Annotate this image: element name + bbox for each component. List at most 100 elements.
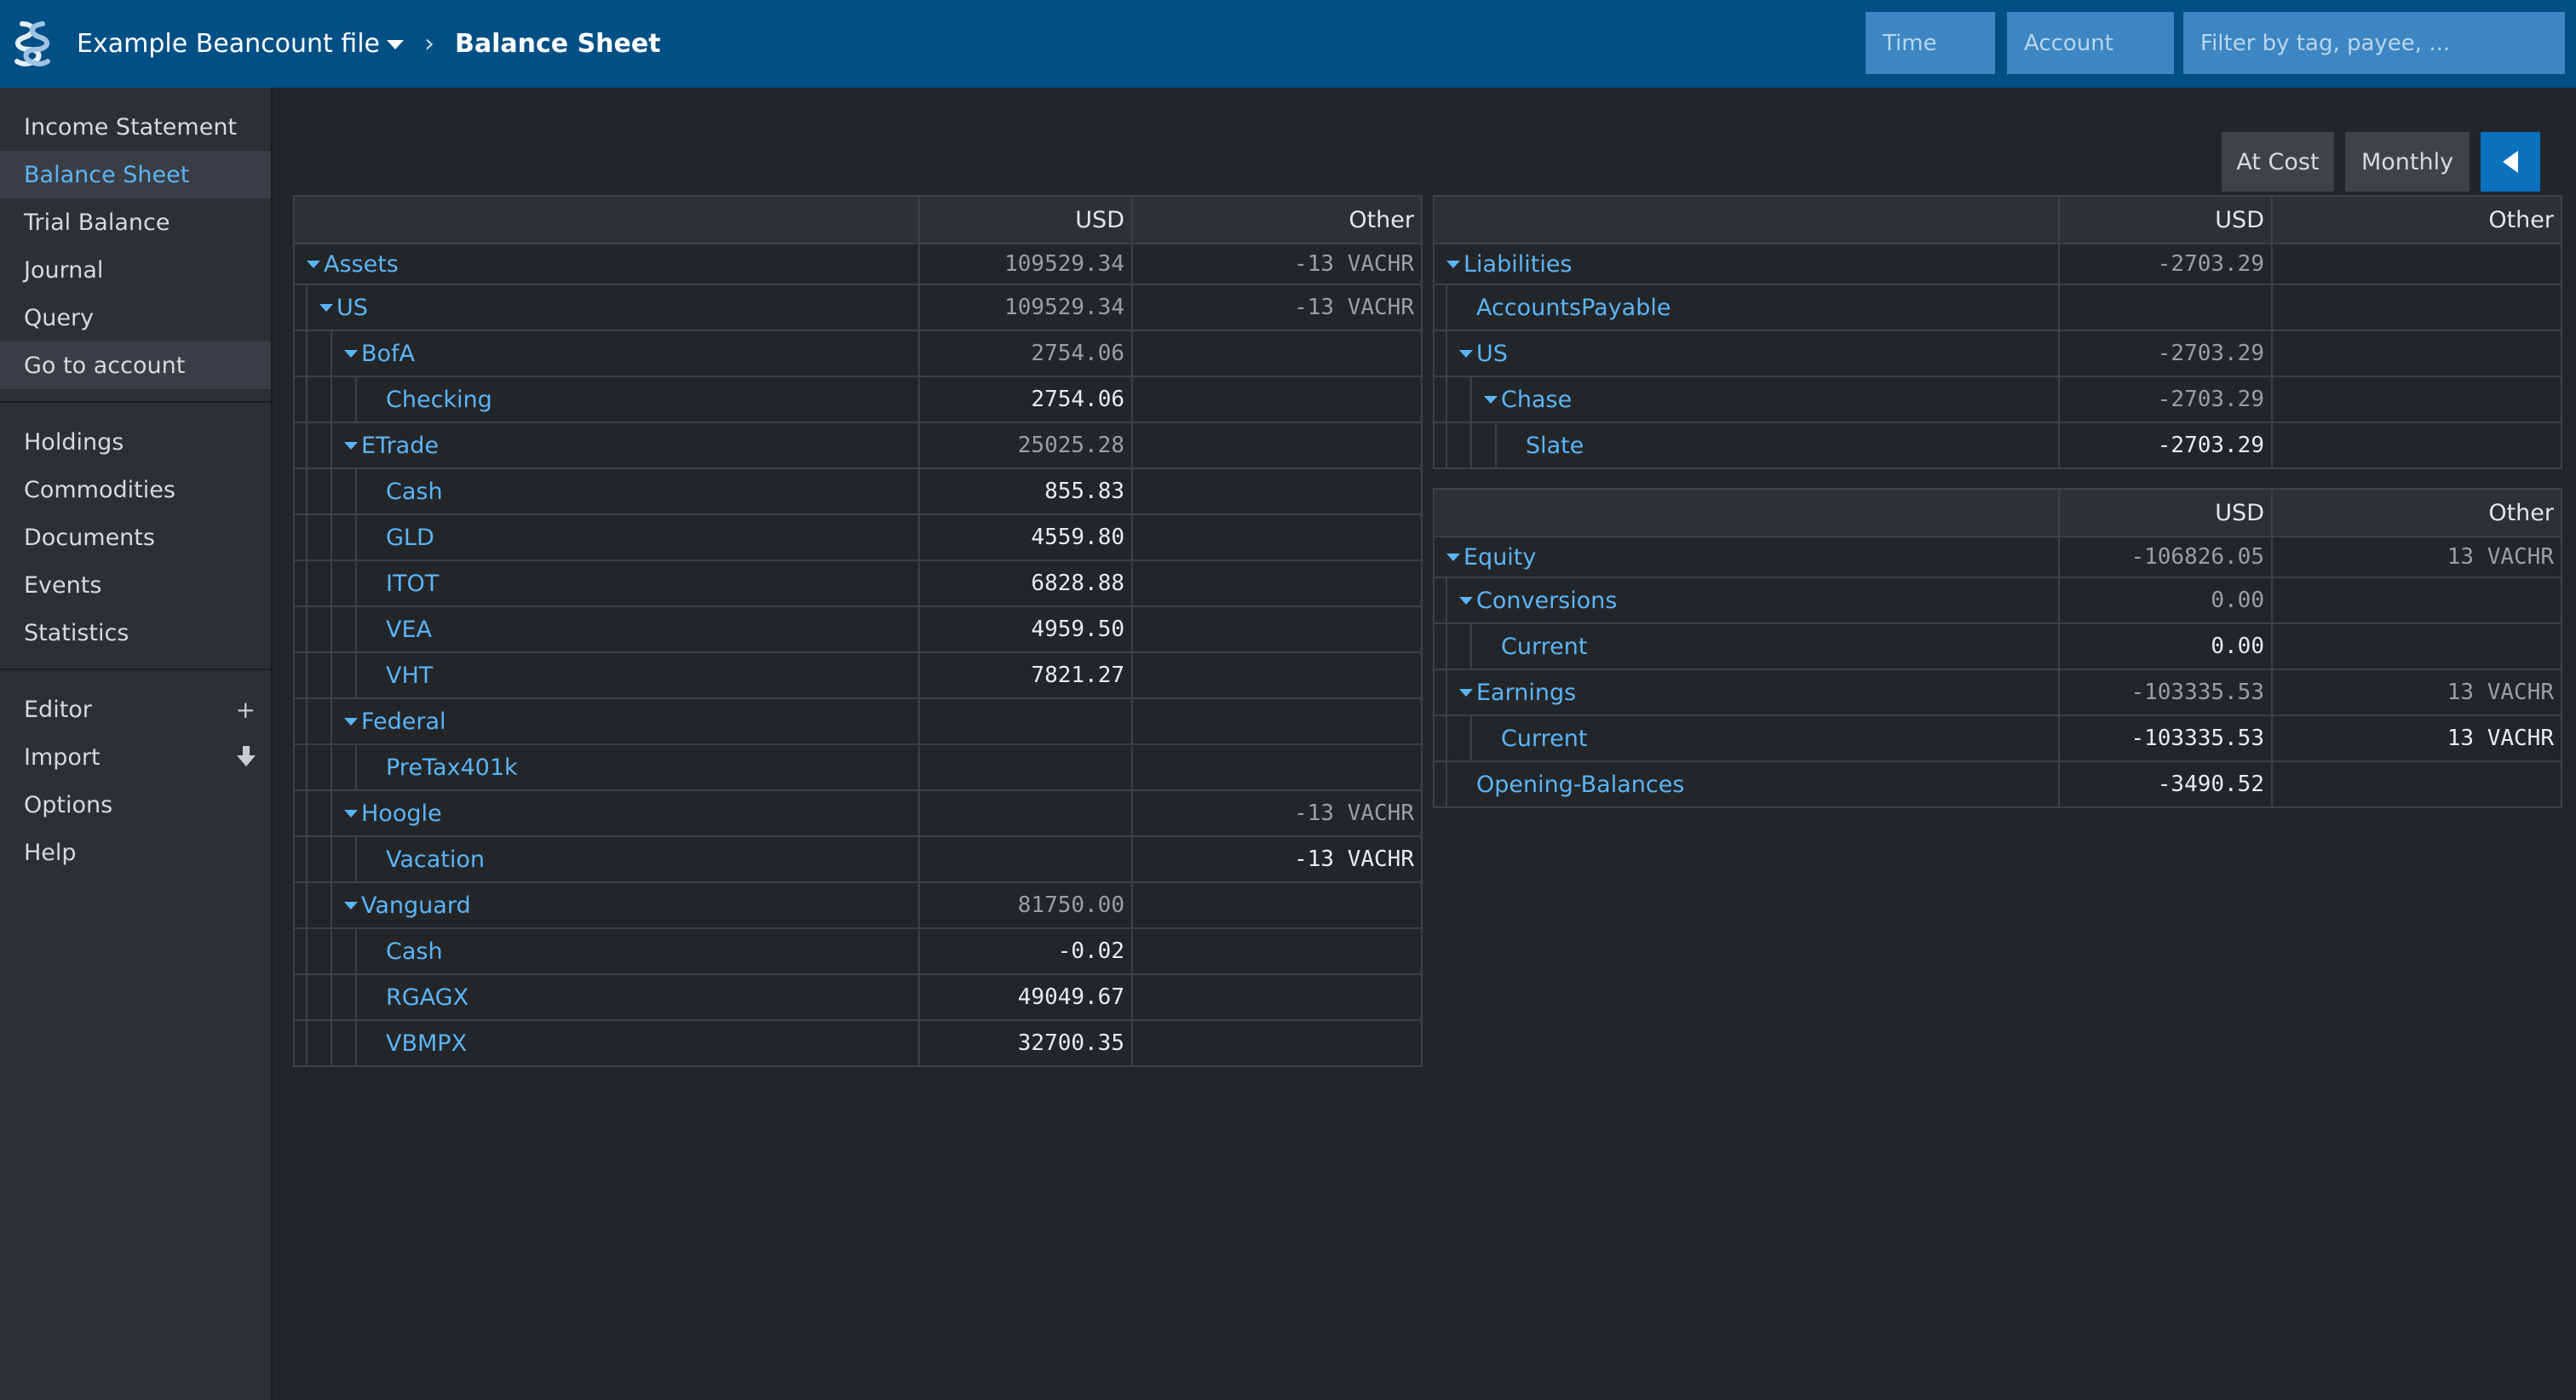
account-link[interactable]: Current xyxy=(1501,726,1587,752)
download-icon[interactable] xyxy=(237,746,256,768)
sidebar-item-income-statement[interactable]: Income Statement xyxy=(0,103,271,151)
account-link[interactable]: Slate xyxy=(1526,433,1584,459)
time-filter-input[interactable] xyxy=(1866,12,1995,74)
usd-balance-cell: 2754.06 xyxy=(918,330,1133,377)
table-row: Federal xyxy=(293,697,1423,745)
sidebar-item-options[interactable]: Options xyxy=(0,781,271,829)
chevron-down-icon[interactable] xyxy=(1446,260,1460,268)
sidebar-item-commodities[interactable]: Commodities xyxy=(0,466,271,514)
chevron-down-icon[interactable] xyxy=(319,303,333,312)
account-link[interactable]: Vanguard xyxy=(361,892,471,919)
at-cost-button[interactable]: At Cost xyxy=(2222,132,2334,192)
other-balance-cell: -13 VACHR xyxy=(1131,835,1423,883)
sidebar-item-events[interactable]: Events xyxy=(0,561,271,609)
account-link[interactable]: Conversions xyxy=(1476,588,1617,614)
sidebar-item-trial-balance[interactable]: Trial Balance xyxy=(0,198,271,246)
fava-logo-icon[interactable] xyxy=(10,19,55,68)
account-cell-content: Checking xyxy=(296,378,917,421)
account-link[interactable]: VBMPX xyxy=(386,1030,467,1057)
other-balance-cell xyxy=(1131,330,1423,377)
chevron-down-icon[interactable] xyxy=(344,441,358,450)
account-cell-content: Slate xyxy=(1435,424,2057,467)
account-link[interactable]: Vacation xyxy=(386,846,485,873)
indent-guide xyxy=(308,424,332,467)
account-cell-content: VBMPX xyxy=(296,1022,917,1064)
usd-balance-cell: 2754.06 xyxy=(918,376,1133,423)
account-cell-content: Vanguard xyxy=(296,884,917,927)
sidebar-item-import[interactable]: Import xyxy=(0,733,271,781)
usd-balance-cell: 7821.27 xyxy=(918,651,1133,699)
table-row: Slate -2703.29 xyxy=(1433,422,2562,469)
account-link[interactable]: GLD xyxy=(386,525,434,551)
indent-guide xyxy=(308,792,332,835)
chevron-down-icon[interactable] xyxy=(344,717,358,726)
account-link[interactable]: Hoogle xyxy=(361,800,442,827)
chevron-down-icon[interactable] xyxy=(1446,553,1460,561)
account-link[interactable]: PreTax401k xyxy=(386,755,518,781)
chevron-down-icon[interactable] xyxy=(1459,349,1473,358)
indent-guide xyxy=(308,746,332,789)
indent-guide xyxy=(1435,671,1447,714)
account-link[interactable]: VEA xyxy=(386,617,432,643)
sidebar-item-label: Commodities xyxy=(24,476,175,503)
account-link[interactable]: Liabilities xyxy=(1463,251,1573,278)
account-link[interactable]: Federal xyxy=(361,709,446,735)
table-row: Equity -106826.05 13 VACHR xyxy=(1433,536,2562,578)
sidebar-item-go-to-account[interactable]: Go to account xyxy=(0,341,271,389)
account-link[interactable]: RGAGX xyxy=(386,984,469,1011)
account-link[interactable]: ETrade xyxy=(361,433,439,459)
indent-guide xyxy=(296,976,308,1018)
table-row: Liabilities -2703.29 xyxy=(1433,243,2562,285)
table-row: ETrade 25025.28 xyxy=(293,422,1423,469)
chevron-down-icon[interactable] xyxy=(1459,688,1473,697)
chevron-down-icon[interactable] xyxy=(344,809,358,818)
account-link[interactable]: Cash xyxy=(386,938,443,965)
account-cell-content: AccountsPayable xyxy=(1435,286,2057,329)
tag-payee-filter-input[interactable] xyxy=(2183,12,2565,74)
sidebar-item-help[interactable]: Help xyxy=(0,829,271,876)
chevron-down-icon[interactable] xyxy=(344,901,358,909)
table-header-row: USD Other xyxy=(1433,195,2562,244)
account-link[interactable]: BofA xyxy=(361,341,415,367)
chevron-down-icon[interactable] xyxy=(344,349,358,358)
sidebar-item-journal[interactable]: Journal xyxy=(0,246,271,294)
account-link[interactable]: Opening-Balances xyxy=(1476,772,1684,798)
usd-balance-cell: -103335.53 xyxy=(2058,668,2273,716)
account-filter-input[interactable] xyxy=(2007,12,2174,74)
account-link[interactable]: Earnings xyxy=(1476,680,1576,706)
sidebar-item-label: Help xyxy=(24,839,77,866)
sidebar-item-statistics[interactable]: Statistics xyxy=(0,609,271,657)
sidebar-item-documents[interactable]: Documents xyxy=(0,514,271,561)
account-link[interactable]: US xyxy=(1476,341,1508,367)
other-balance-cell xyxy=(1131,559,1423,607)
account-link[interactable]: Cash xyxy=(386,479,443,505)
account-cell-content: Cash xyxy=(296,930,917,973)
chevron-down-icon[interactable] xyxy=(1484,395,1498,404)
file-switcher[interactable]: Example Beancount file xyxy=(77,29,404,59)
account-link[interactable]: VHT xyxy=(386,663,433,689)
usd-column-header: USD xyxy=(2058,195,2273,244)
plus-icon[interactable]: + xyxy=(236,696,256,724)
account-cell: Earnings xyxy=(1433,668,2060,716)
sidebar-item-holdings[interactable]: Holdings xyxy=(0,418,271,466)
account-link[interactable]: Checking xyxy=(386,387,492,413)
account-link[interactable]: US xyxy=(336,295,368,321)
account-link[interactable]: AccountsPayable xyxy=(1476,295,1670,321)
account-cell: Cash xyxy=(293,468,920,515)
sidebar-item-balance-sheet[interactable]: Balance Sheet xyxy=(0,151,271,198)
chevron-down-icon[interactable] xyxy=(307,260,320,268)
account-link[interactable]: Equity xyxy=(1463,544,1536,571)
indent-guide xyxy=(296,838,308,881)
account-cell-content: Liabilities xyxy=(1435,245,2057,283)
account-link[interactable]: ITOT xyxy=(386,571,439,597)
account-link[interactable]: Chase xyxy=(1501,387,1572,413)
sidebar-item-editor[interactable]: Editor + xyxy=(0,686,271,733)
account-link[interactable]: Current xyxy=(1501,634,1587,660)
account-cell-content: Conversions xyxy=(1435,579,2057,622)
sidebar-item-query[interactable]: Query xyxy=(0,294,271,341)
interval-monthly-button[interactable]: Monthly xyxy=(2345,132,2470,192)
collapse-chart-button[interactable] xyxy=(2481,132,2540,192)
chevron-down-icon[interactable] xyxy=(1459,596,1473,605)
account-link[interactable]: Assets xyxy=(324,251,399,278)
indent-guide xyxy=(332,378,357,421)
